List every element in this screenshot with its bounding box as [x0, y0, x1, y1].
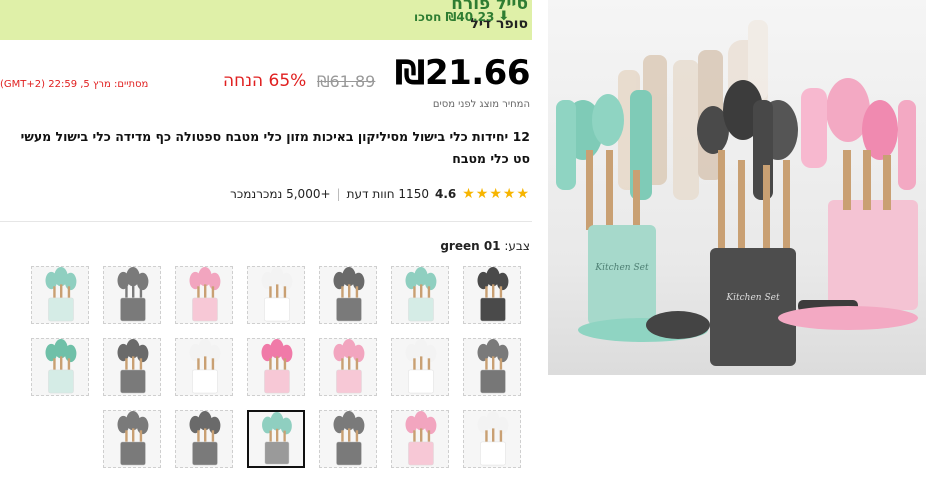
- photo-pot-text-center: Kitchen Set: [725, 293, 780, 303]
- color-swatch[interactable]: [175, 410, 233, 468]
- color-swatch[interactable]: [175, 338, 233, 396]
- color-swatch[interactable]: [247, 266, 305, 324]
- color-swatch[interactable]: [31, 266, 89, 324]
- color-swatch[interactable]: [319, 338, 377, 396]
- color-swatch[interactable]: [103, 266, 161, 324]
- color-swatch[interactable]: [103, 338, 161, 396]
- color-swatch[interactable]: [103, 410, 161, 468]
- color-swatch[interactable]: [175, 266, 233, 324]
- product-photo-illustration: Kitchen Set Kitchen Set: [556, 20, 918, 366]
- product-page: Kitchen Set Kitchen Set סייל פורח סופר ד…: [0, 0, 926, 484]
- color-swatch[interactable]: [247, 410, 305, 468]
- color-swatch-grid: [0, 0, 532, 484]
- color-swatch[interactable]: [391, 338, 449, 396]
- photo-pot-text-left: Kitchen Set: [594, 263, 649, 273]
- color-swatch[interactable]: [319, 410, 377, 468]
- product-photo[interactable]: Kitchen Set Kitchen Set: [548, 0, 926, 375]
- color-swatch[interactable]: [391, 266, 449, 324]
- color-swatch[interactable]: [319, 266, 377, 324]
- color-swatch[interactable]: [391, 410, 449, 468]
- color-swatch[interactable]: [463, 338, 521, 396]
- color-swatch[interactable]: [463, 410, 521, 468]
- color-swatch[interactable]: [463, 266, 521, 324]
- color-swatch[interactable]: [247, 338, 305, 396]
- color-swatch[interactable]: [31, 338, 89, 396]
